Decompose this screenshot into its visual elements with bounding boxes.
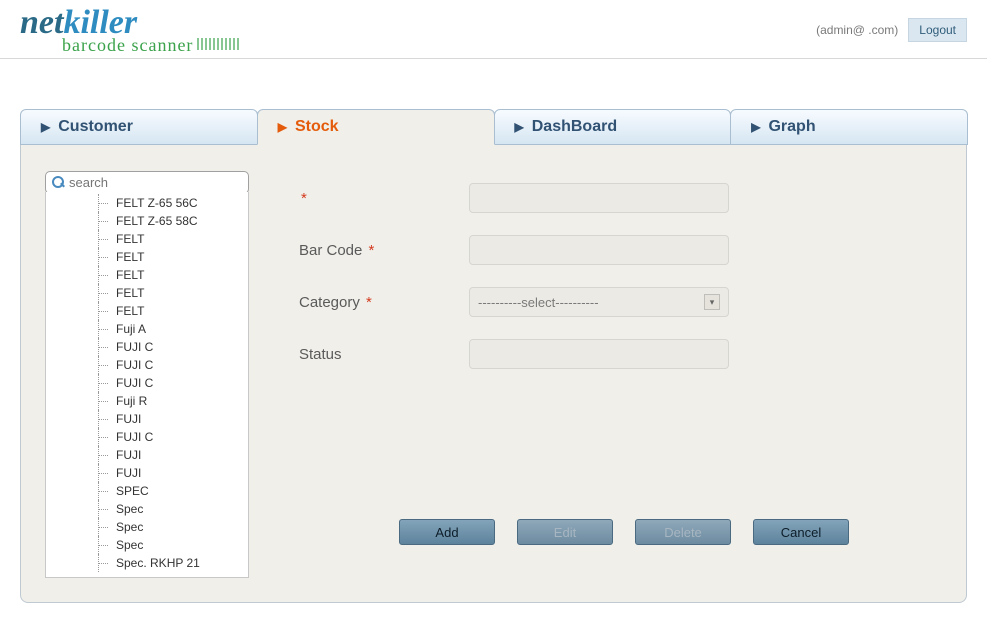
- tree-item[interactable]: FUJI: [46, 410, 248, 428]
- tree-item[interactable]: FELT: [46, 302, 248, 320]
- stock-form: * Bar Code * Category * ----------select…: [299, 171, 942, 578]
- chevron-down-icon: ▾: [704, 294, 720, 310]
- tree-item[interactable]: Fuji R: [46, 392, 248, 410]
- main-panel: FELT Z-65 56CFELT Z-65 58CFELTFELTFELTFE…: [20, 145, 967, 603]
- status-label: Status: [299, 346, 469, 363]
- caret-right-icon: ▶: [515, 109, 524, 145]
- search-input[interactable]: [69, 175, 242, 190]
- tab-graph[interactable]: ▶ Graph: [730, 109, 968, 145]
- tree-item[interactable]: FUJI: [46, 464, 248, 482]
- search-box[interactable]: [45, 171, 249, 194]
- delete-button[interactable]: Delete: [635, 519, 731, 545]
- tree-item[interactable]: FELT: [46, 284, 248, 302]
- tree-item[interactable]: Spec. RKHP 21: [46, 554, 248, 572]
- tree-item[interactable]: Fuji A: [46, 320, 248, 338]
- tab-label: Stock: [295, 109, 339, 145]
- tab-stock[interactable]: ▶ Stock: [257, 109, 495, 145]
- tree-view[interactable]: FELT Z-65 56CFELT Z-65 58CFELTFELTFELTFE…: [45, 192, 249, 578]
- tree-item[interactable]: FELT: [46, 248, 248, 266]
- barcode-label: Bar Code *: [299, 242, 469, 259]
- tree-item[interactable]: FELT: [46, 266, 248, 284]
- caret-right-icon: ▶: [751, 109, 760, 145]
- tree-item[interactable]: SPEC: [46, 482, 248, 500]
- tree-item[interactable]: FUJI C: [46, 428, 248, 446]
- edit-button[interactable]: Edit: [517, 519, 613, 545]
- tree-item[interactable]: FELT Z-65 58C: [46, 212, 248, 230]
- tab-label: Graph: [768, 109, 815, 145]
- tab-label: Customer: [58, 109, 133, 145]
- tree-item[interactable]: Spec: [46, 536, 248, 554]
- field1-label: *: [299, 190, 469, 207]
- field1-input[interactable]: [469, 183, 729, 213]
- select-placeholder: ----------select----------: [478, 295, 599, 310]
- app-logo: netkiller barcode scanner: [20, 6, 193, 54]
- logo-subtitle: barcode scanner: [20, 36, 193, 54]
- category-label: Category *: [299, 294, 469, 311]
- tree-item[interactable]: Spec: [46, 518, 248, 536]
- add-button[interactable]: Add: [399, 519, 495, 545]
- tree-item[interactable]: FELT: [46, 230, 248, 248]
- tab-dashboard[interactable]: ▶ DashBoard: [494, 109, 732, 145]
- tree-item[interactable]: FUJI C: [46, 338, 248, 356]
- tree-item[interactable]: FUJI: [46, 446, 248, 464]
- sidebar: FELT Z-65 56CFELT Z-65 58CFELTFELTFELTFE…: [45, 171, 249, 578]
- caret-right-icon: ▶: [278, 109, 287, 145]
- tree-item[interactable]: FELT Z-65 56C: [46, 194, 248, 212]
- caret-right-icon: ▶: [41, 109, 50, 145]
- user-email: (admin@ .com): [816, 23, 898, 37]
- search-icon: [52, 176, 65, 189]
- category-select[interactable]: ----------select---------- ▾: [469, 287, 729, 317]
- main-tabs: ▶ Customer ▶ Stock ▶ DashBoard ▶ Graph: [20, 109, 967, 145]
- tree-item[interactable]: FUJI C: [46, 356, 248, 374]
- barcode-input[interactable]: [469, 235, 729, 265]
- tree-item[interactable]: FUJI C: [46, 374, 248, 392]
- status-input[interactable]: [469, 339, 729, 369]
- tab-label: DashBoard: [532, 109, 617, 145]
- tree-item[interactable]: Spec: [46, 500, 248, 518]
- logout-button[interactable]: Logout: [908, 18, 967, 42]
- cancel-button[interactable]: Cancel: [753, 519, 849, 545]
- tab-customer[interactable]: ▶ Customer: [20, 109, 258, 145]
